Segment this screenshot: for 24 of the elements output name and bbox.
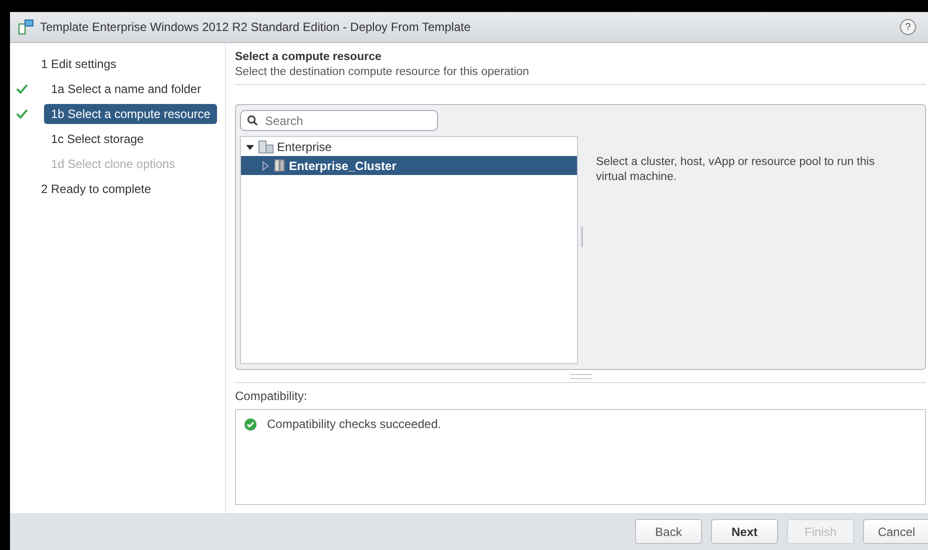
- wizard-button[interactable]: Cancel: [863, 519, 928, 544]
- page-subtitle: Select the destination compute resource for this operation: [235, 66, 926, 85]
- compatibility-message: Compatibility checks succeeded.: [267, 417, 442, 431]
- wizard-step[interactable]: 1 Edit settings: [34, 54, 124, 74]
- template-icon: [18, 19, 34, 35]
- server-icon: [274, 159, 286, 172]
- wizard-step[interactable]: 1a Select a name and folder: [44, 78, 208, 98]
- tree-item[interactable]: Enterprise_Cluster: [241, 156, 577, 175]
- wizard-button[interactable]: Back: [635, 519, 702, 544]
- expand-icon[interactable]: [261, 160, 271, 170]
- window-title: Template Enterprise Windows 2012 R2 Standard Edition - Deploy From Template: [40, 20, 472, 34]
- page-title: Select a compute resource: [235, 51, 382, 63]
- hint-text: Select a cluster, host, vApp or resource pool to run this virtual machine.: [595, 155, 876, 185]
- wizard-button[interactable]: Next: [711, 519, 778, 544]
- wizard-step[interactable]: 1b Select a compute resource: [44, 104, 218, 124]
- wizard-step[interactable]: 1c Select storage: [44, 128, 151, 148]
- building-icon: [258, 140, 274, 154]
- check-icon: [16, 108, 28, 118]
- check-icon: [16, 84, 28, 94]
- help-icon[interactable]: ?: [900, 19, 916, 35]
- compatibility-label: Compatibility:: [235, 389, 308, 403]
- search-field[interactable]: Search: [240, 110, 438, 131]
- wizard-step[interactable]: 2 Ready to complete: [34, 178, 158, 198]
- tree-item[interactable]: Enterprise: [241, 137, 577, 156]
